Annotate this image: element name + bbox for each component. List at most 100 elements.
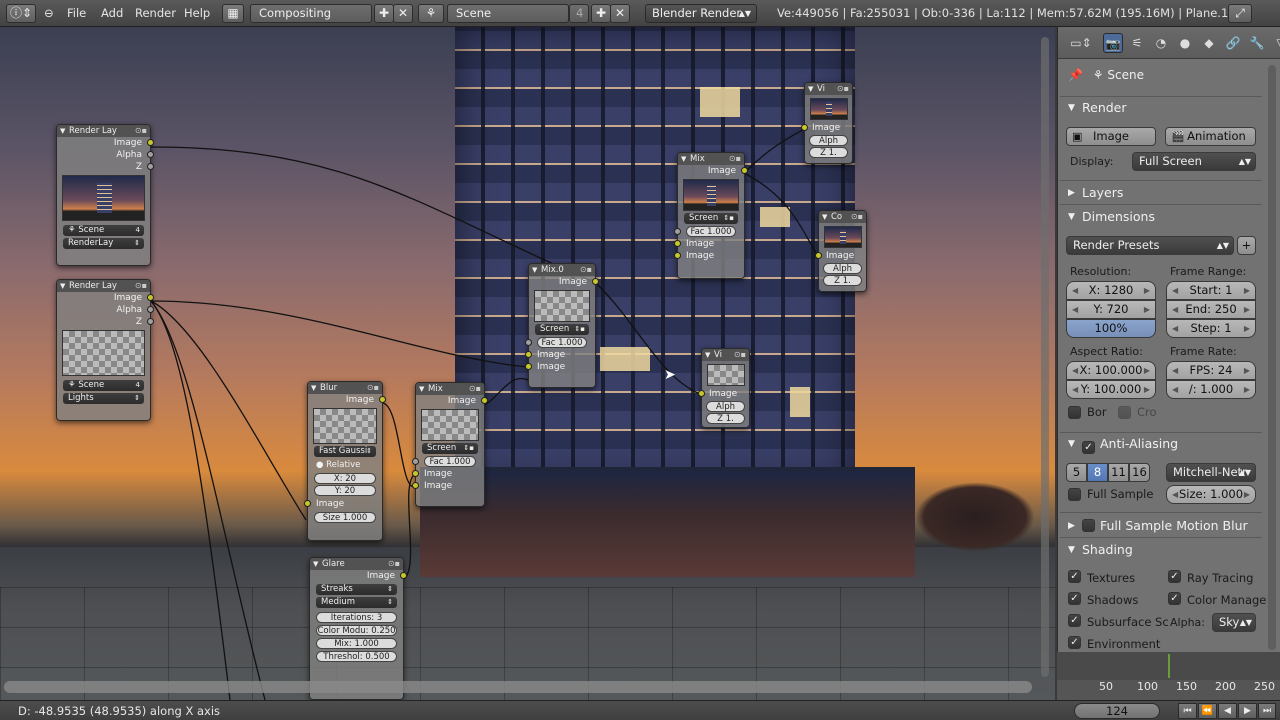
decrement-arrow-icon[interactable]: ◀ <box>1172 362 1178 379</box>
fac-socket[interactable] <box>525 339 532 346</box>
increment-arrow-icon[interactable]: ▶ <box>1244 282 1250 299</box>
node-editor-backdrop[interactable]: ▼ Render Lay ⊙▪ Image Alpha Z ⚘ Scene 4 Ren… <box>0 27 1055 700</box>
increment-arrow-icon[interactable]: ▶ <box>1244 301 1250 318</box>
screen-layout-icon[interactable]: ▦ <box>222 4 244 23</box>
collapse-icon[interactable]: ▼ <box>681 153 686 165</box>
node-header[interactable]: ▼ Mix ⊙▪ <box>416 383 484 395</box>
increment-arrow-icon[interactable]: ▶ <box>1244 381 1250 398</box>
image-socket[interactable] <box>525 351 532 358</box>
glare-quality-select[interactable]: Medium ⇕ <box>316 597 397 608</box>
image-socket[interactable] <box>674 240 681 247</box>
motion-blur-section-header[interactable]: ▶ Full Sample Motion Blur <box>1060 515 1270 537</box>
image-socket[interactable] <box>379 396 386 403</box>
relative-toggle[interactable]: ● Relative <box>308 459 382 471</box>
mix-node[interactable]: ▼ Mix.0 ⊙▪ Image Screen ⇕▪ Fac 1.000 Image … <box>525 263 599 388</box>
z-field[interactable]: Z 1. <box>809 147 848 158</box>
image-socket[interactable] <box>400 572 407 579</box>
z-field[interactable]: Z 1. <box>706 413 745 424</box>
image-socket[interactable] <box>481 397 488 404</box>
image-socket[interactable] <box>412 470 419 477</box>
properties-scrollbar[interactable] <box>1268 65 1276 650</box>
collapse-icon[interactable]: ▼ <box>705 349 710 361</box>
increment-arrow-icon[interactable]: ▶ <box>1244 320 1250 337</box>
render-presets-select[interactable]: Render Presets ▲▼ <box>1066 236 1234 255</box>
add-scene-icon[interactable]: ✚ <box>591 4 611 23</box>
resolution-percentage-slider[interactable]: 100% <box>1066 319 1156 338</box>
mix-field[interactable]: Mix: 1.000 <box>316 638 397 649</box>
blend-mode-select[interactable]: Screen ⇕▪ <box>684 213 738 224</box>
decrement-arrow-icon[interactable]: ◀ <box>1172 486 1178 503</box>
scene-field[interactable]: Scene <box>447 4 569 23</box>
aa-filter-select[interactable]: Mitchell-Netr ▲▼ <box>1166 463 1256 482</box>
node-header[interactable]: ▼ Render Lay ⊙▪ <box>57 125 150 137</box>
node-header[interactable]: ▼ Blur ⊙▪ <box>308 382 382 394</box>
fac-field[interactable]: Fac 1.000 <box>424 456 476 467</box>
anti-aliasing-checkbox[interactable]: ✓ <box>1082 441 1095 454</box>
node-options-icon[interactable]: ⊙▪ <box>135 280 147 292</box>
frame-start-field[interactable]: ◀ Start: 1 ▶ <box>1166 281 1256 300</box>
fac-socket[interactable] <box>674 228 681 235</box>
layer-selector[interactable]: RenderLay ⇕ <box>63 238 144 249</box>
environment-checkbox[interactable]: ✓ <box>1068 636 1081 649</box>
data-tab-icon[interactable]: ▽ <box>1271 33 1280 53</box>
collapse-icon[interactable]: ▼ <box>60 280 65 292</box>
frame-end-field[interactable]: ◀ End: 250 ▶ <box>1166 300 1256 319</box>
increment-arrow-icon[interactable]: ▶ <box>1244 362 1250 379</box>
node-header[interactable]: ▼ Vi ⊙▪ <box>702 349 749 361</box>
increment-arrow-icon[interactable]: ▶ <box>1144 362 1150 379</box>
image-socket[interactable] <box>304 500 311 507</box>
aspect-x-field[interactable]: ◀ X: 100.000 ▶ <box>1066 361 1156 380</box>
timeline-area[interactable]: 50 100 150 200 250 <box>1057 652 1280 700</box>
frame-step-field[interactable]: ◀ Step: 1 ▶ <box>1166 319 1256 338</box>
aa-samples-8[interactable]: 8 <box>1087 463 1108 482</box>
scene-icon[interactable]: ⚘ <box>418 4 444 23</box>
node-options-icon[interactable]: ⊙▪ <box>729 153 741 165</box>
render-section-header[interactable]: ▼ Render <box>1060 97 1260 119</box>
render-tab-camera-icon[interactable]: 📷 <box>1103 33 1123 53</box>
jump-start-icon[interactable]: ⏮ <box>1178 703 1197 719</box>
node-options-icon[interactable]: ⊙▪ <box>367 382 379 394</box>
node-options-icon[interactable]: ⊙▪ <box>851 211 863 223</box>
shading-section-header[interactable]: ▼ Shading <box>1060 539 1260 561</box>
alpha-mode-select[interactable]: Sky ▲▼ <box>1212 613 1256 632</box>
vertical-scrollbar[interactable] <box>1041 37 1049 677</box>
fac-socket[interactable] <box>412 458 419 465</box>
glare-type-select[interactable]: Streaks ⇕ <box>316 584 397 595</box>
full-sample-checkbox[interactable] <box>1068 488 1081 501</box>
blur-x-field[interactable]: X: 20 <box>314 473 376 484</box>
decrement-arrow-icon[interactable]: ◀ <box>1072 301 1078 318</box>
blur-node[interactable]: ▼ Blur ⊙▪ Image Fast Gaussi ⇕ ● Relative X:… <box>304 381 386 541</box>
node-header[interactable]: ▼ Render Lay ⊙▪ <box>57 280 150 292</box>
viewer-node[interactable]: ▼ Vi ⊙▪ Image Alph Z 1. <box>698 348 750 428</box>
fac-field[interactable]: Fac 1.000 <box>537 337 587 348</box>
node-options-icon[interactable]: ⊙▪ <box>580 264 592 276</box>
collapse-menu-icon[interactable]: ⊖ <box>44 4 54 23</box>
decrement-arrow-icon[interactable]: ◀ <box>1072 362 1078 379</box>
decrement-arrow-icon[interactable]: ◀ <box>1172 282 1178 299</box>
increment-arrow-icon[interactable]: ▶ <box>1144 282 1150 299</box>
composite-node[interactable]: ▼ Co ⊙▪ Image Alph Z 1. <box>815 210 867 292</box>
collapse-icon[interactable]: ▼ <box>311 382 316 394</box>
z-socket[interactable] <box>147 318 154 325</box>
render-layers-node[interactable]: ▼ Render Lay ⊙▪ Image Alpha Z ⚘ Scene 4 Ren… <box>56 124 154 266</box>
image-socket[interactable] <box>741 167 748 174</box>
fac-field[interactable]: Fac 1.000 <box>686 226 736 237</box>
image-socket[interactable] <box>147 294 154 301</box>
object-tab-icon[interactable]: ◆ <box>1199 33 1219 53</box>
menu-render[interactable]: Render <box>135 4 176 23</box>
image-socket[interactable] <box>412 482 419 489</box>
alpha-socket[interactable] <box>147 151 154 158</box>
image-socket[interactable] <box>674 252 681 259</box>
collapse-icon[interactable]: ▼ <box>822 211 827 223</box>
resolution-y-field[interactable]: ◀ Y: 720 ▶ <box>1066 300 1156 319</box>
z-socket[interactable] <box>147 163 154 170</box>
display-select[interactable]: Full Screen ▲▼ <box>1132 152 1256 171</box>
constraints-tab-icon[interactable]: 🔗 <box>1223 33 1243 53</box>
add-preset-button[interactable]: + <box>1237 236 1256 255</box>
scene-tab-icon[interactable]: ◔ <box>1151 33 1171 53</box>
increment-arrow-icon[interactable]: ▶ <box>1144 381 1150 398</box>
prev-keyframe-icon[interactable]: ⏪ <box>1198 703 1217 719</box>
editor-type-icon[interactable]: ▭⇕ <box>1066 33 1096 53</box>
aa-samples-5[interactable]: 5 <box>1066 463 1087 482</box>
play-reverse-icon[interactable]: ◀ <box>1218 703 1237 719</box>
